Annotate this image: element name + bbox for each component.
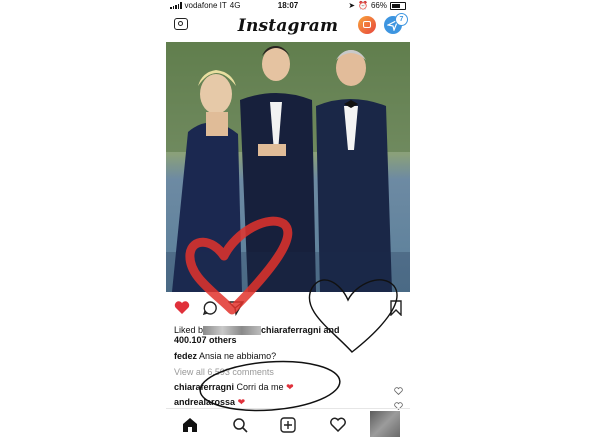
bookmark-icon[interactable]	[390, 300, 402, 321]
status-bar: vodafone IT 4G 18:07 ➤ ⏰ 66%	[166, 0, 410, 12]
comment-row: chiaraferragni Corri da me ❤	[174, 382, 294, 393]
phone-screen: vodafone IT 4G 18:07 ➤ ⏰ 66% Instagram 7	[166, 0, 410, 440]
dm-badge: 7	[395, 13, 408, 26]
liked-by-user[interactable]: chiaraferragni and	[261, 325, 340, 335]
comment-user[interactable]: chiaraferragni	[174, 382, 234, 392]
red-heart-emoji: ❤	[286, 382, 294, 392]
caption: fedez Ansia ne abbiamo?	[174, 351, 276, 361]
battery-percent: 66%	[370, 1, 387, 10]
activity-heart-icon[interactable]	[330, 417, 346, 437]
post-actions	[166, 296, 410, 322]
profile-avatar[interactable]	[370, 411, 400, 437]
add-post-icon[interactable]	[280, 417, 296, 438]
likes-count[interactable]: 400.107 others	[174, 335, 237, 345]
caption-user[interactable]: fedez	[174, 351, 197, 361]
post-photo[interactable]	[166, 42, 410, 292]
comment-user[interactable]: andrealarossa	[174, 397, 235, 407]
liked-by-line: Liked b chiaraferragni and	[174, 325, 340, 336]
comment-text: Corri da me	[236, 382, 284, 392]
share-icon[interactable]	[227, 300, 245, 321]
heart-filled-icon[interactable]	[174, 300, 190, 320]
view-comments-link[interactable]: View all 6.593 comments	[174, 367, 274, 377]
location-icon: ➤	[348, 1, 356, 10]
battery-icon	[390, 1, 406, 10]
caption-text: Ansia ne abbiamo?	[199, 351, 277, 361]
liked-by-prefix: Liked b	[174, 325, 204, 335]
app-header: Instagram 7	[166, 12, 410, 43]
redacted-username	[203, 326, 262, 336]
igtv-icon[interactable]	[358, 16, 376, 34]
comment-icon[interactable]	[202, 300, 218, 321]
red-heart-emoji: ❤	[237, 397, 246, 407]
comment-row: andrealarossa ❤	[174, 397, 245, 408]
search-icon[interactable]	[232, 417, 248, 438]
home-icon[interactable]	[182, 417, 198, 437]
alarm-icon: ⏰	[358, 1, 368, 10]
bottom-nav	[166, 408, 410, 440]
